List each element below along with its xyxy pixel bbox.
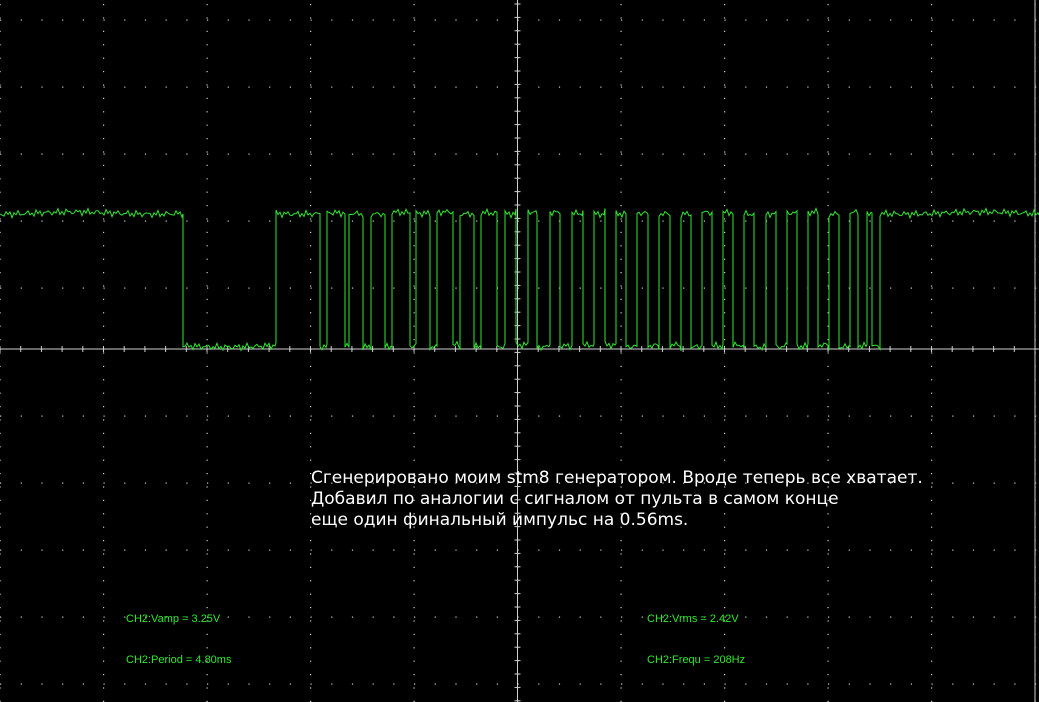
- annotation-line-2: Добавил по аналогии с сигналом от пульта…: [311, 489, 839, 509]
- annotation-line-3: еще один финальный импульс на 0.56ms.: [311, 510, 689, 530]
- annotation-line-1: Сгенерировано моим stm8 генератором. Вро…: [311, 468, 923, 488]
- vamp-readout: CH2:Vamp = 3.25V: [126, 613, 221, 625]
- oscilloscope-screen: Сгенерировано моим stm8 генератором. Вро…: [0, 0, 1039, 702]
- vrms-readout: CH2:Vrms = 2.42V: [647, 613, 739, 625]
- annotation-text: Сгенерировано моим stm8 генератором. Вро…: [311, 468, 923, 531]
- frequency-readout: CH2:Frequ = 208Hz: [647, 654, 746, 666]
- ch2-waveform: [0, 207, 1039, 352]
- ch2-trace: [0, 207, 1039, 352]
- period-readout: CH2:Period = 4.80ms: [126, 654, 232, 666]
